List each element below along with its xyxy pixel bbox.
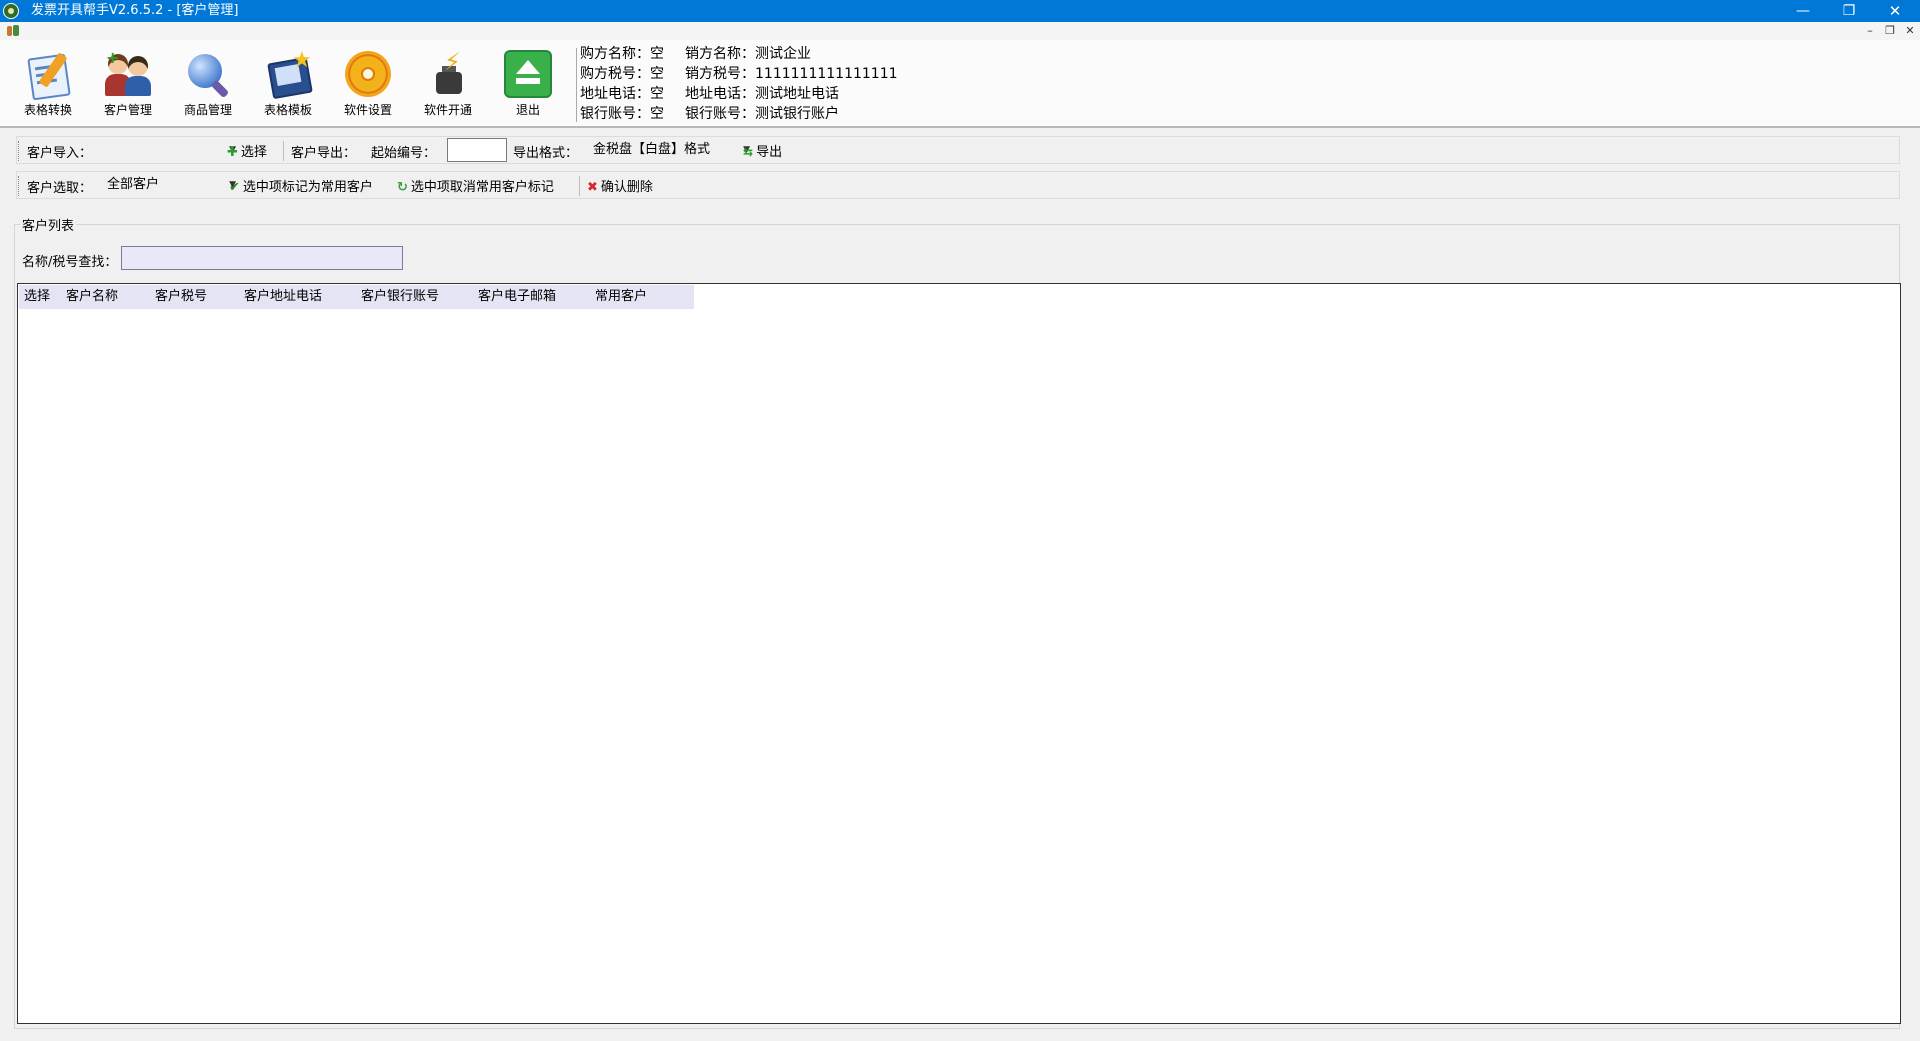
buyer-tax-line: 购方税号：空	[580, 66, 664, 82]
client-list-title: 客户列表	[20, 215, 77, 234]
export-format-value: 金税盘【白盘】格式	[593, 142, 711, 157]
window-title: 发票开具帮手V2.6.5.2 - [客户管理]	[31, 3, 239, 18]
seller-bank-value: 测试银行账户	[755, 106, 839, 122]
import-export-toolstrip: 客户导入： ▼ ✚ 选择 客户导出： 起始编号： 导出格式： 金税盘【白盘】格式 …	[16, 136, 1900, 164]
grid-header: 选择 客户名称 客户税号 客户地址电话 客户银行账号 客户电子邮箱 常用客户	[19, 285, 694, 309]
buyer-address-line: 地址电话：空	[580, 86, 664, 102]
col-select[interactable]: 选择	[19, 285, 61, 309]
check-icon: ✔	[229, 180, 240, 195]
toolstrip-separator	[283, 141, 284, 161]
toolstrip-separator	[579, 176, 580, 196]
select-file-button[interactable]: ✚ 选择	[227, 141, 267, 160]
seller-info: 销方名称：测试企业 销方税号：1111111111111111 地址电话：测试地…	[685, 44, 898, 124]
seller-tax-line: 销方税号：1111111111111111	[685, 66, 898, 82]
mdi-close-button[interactable]: ✕	[1902, 24, 1918, 38]
window-titlebar: 发票开具帮手V2.6.5.2 - [客户管理] — ❐ ✕	[0, 0, 1920, 22]
software-activate-label: 软件开通	[423, 103, 472, 117]
client-icon: +	[104, 50, 152, 98]
sheet-convert-button[interactable]: 表格转换	[10, 48, 86, 122]
exit-button[interactable]: 退出	[490, 48, 566, 122]
exit-label: 退出	[515, 103, 540, 117]
import-combo[interactable]: ▼	[103, 139, 239, 161]
goods-manage-button[interactable]: 商品管理	[170, 48, 246, 122]
buyer-bank-value: 空	[650, 106, 664, 122]
col-client-email[interactable]: 客户电子邮箱	[473, 285, 590, 309]
toolbar-separator	[576, 48, 577, 122]
plus-icon: ✚	[227, 145, 238, 160]
template-icon: ★	[264, 50, 313, 100]
mdi-menu-strip	[0, 22, 1920, 40]
software-settings-label: 软件设置	[343, 103, 392, 117]
child-window-icon[interactable]	[6, 24, 20, 37]
export-label: 客户导出：	[291, 146, 357, 161]
seller-address-value: 测试地址电话	[755, 86, 839, 102]
app-icon	[3, 3, 19, 19]
confirm-delete-button[interactable]: ✖ 确认删除	[587, 176, 653, 195]
buyer-info: 购方名称：空 购方税号：空 地址电话：空 银行账号：空	[580, 44, 664, 124]
client-manage-button[interactable]: + 客户管理	[90, 48, 166, 122]
client-pick-combo[interactable]: 全部客户 ▼	[103, 174, 239, 196]
pick-label: 客户选取：	[27, 181, 93, 196]
minimize-button[interactable]: —	[1780, 0, 1826, 22]
main-toolbar: 表格转换 + 客户管理 商品管理 ★ 表格模板 软件设置 ⚡ 软件开通 退出 购…	[0, 40, 1920, 128]
search-label: 名称/税号查找：	[22, 255, 118, 270]
software-settings-button[interactable]: 软件设置	[330, 48, 406, 122]
col-client-address[interactable]: 客户地址电话	[239, 285, 356, 309]
search-input[interactable]	[121, 246, 403, 270]
start-number-input[interactable]	[447, 138, 507, 162]
buyer-address-value: 空	[650, 86, 664, 102]
export-format-combo[interactable]: 金税盘【白盘】格式 ▼	[589, 139, 753, 161]
settings-gear-icon	[344, 50, 392, 98]
mdi-restore-button[interactable]: ❐	[1882, 24, 1898, 38]
goods-manage-label: 商品管理	[183, 103, 232, 117]
buyer-bank-line: 银行账号：空	[580, 106, 664, 122]
sheet-convert-icon	[24, 50, 72, 101]
buyer-tax-value: 空	[650, 66, 664, 82]
exit-icon	[504, 50, 552, 98]
sheet-template-button[interactable]: ★ 表格模板	[250, 48, 326, 122]
export-format-label: 导出格式：	[513, 146, 579, 161]
seller-address-line: 地址电话：测试地址电话	[685, 86, 839, 102]
col-client-name[interactable]: 客户名称	[61, 285, 150, 309]
buyer-name-line: 购方名称：空	[580, 46, 664, 62]
refresh-icon: ↻	[397, 180, 408, 195]
import-label: 客户导入：	[27, 146, 93, 161]
unmark-common-button[interactable]: ↻ 选中项取消常用客户标记	[397, 176, 554, 195]
seller-bank-line: 银行账号：测试银行账户	[685, 106, 839, 122]
delete-x-icon: ✖	[587, 180, 598, 195]
export-button[interactable]: ⇆ 导出	[743, 141, 782, 160]
activate-icon: ⚡	[424, 50, 472, 98]
start-number-label: 起始编号：	[371, 146, 437, 161]
sheet-convert-label: 表格转换	[23, 103, 72, 117]
client-grid[interactable]: 选择 客户名称 客户税号 客户地址电话 客户银行账号 客户电子邮箱 常用客户	[17, 283, 1901, 1024]
mark-common-button[interactable]: ✔ 选中项标记为常用客户	[229, 176, 373, 195]
col-client-bank[interactable]: 客户银行账号	[356, 285, 473, 309]
client-pick-toolstrip: 客户选取： 全部客户 ▼ ✔ 选中项标记为常用客户 ↻ 选中项取消常用客户标记 ✖ 确…	[16, 171, 1900, 199]
seller-name-value: 测试企业	[755, 46, 811, 62]
toolstrip-grip[interactable]	[18, 176, 21, 196]
toolstrip-grip[interactable]	[18, 141, 21, 161]
sheet-template-label: 表格模板	[263, 103, 312, 117]
export-arrow-icon: ⇆	[743, 145, 754, 159]
col-common-client[interactable]: 常用客户	[590, 285, 694, 309]
goods-icon	[184, 50, 232, 99]
col-client-tax[interactable]: 客户税号	[150, 285, 239, 309]
buyer-name-value: 空	[650, 46, 664, 62]
software-activate-button[interactable]: ⚡ 软件开通	[410, 48, 486, 122]
client-manage-label: 客户管理	[103, 103, 152, 117]
seller-name-line: 销方名称：测试企业	[685, 46, 811, 62]
client-pick-value: 全部客户	[107, 177, 160, 192]
close-button[interactable]: ✕	[1872, 0, 1918, 22]
maximize-button[interactable]: ❐	[1826, 0, 1872, 22]
mdi-minimize-button[interactable]: –	[1862, 24, 1878, 38]
seller-tax-value: 1111111111111111	[755, 66, 898, 82]
